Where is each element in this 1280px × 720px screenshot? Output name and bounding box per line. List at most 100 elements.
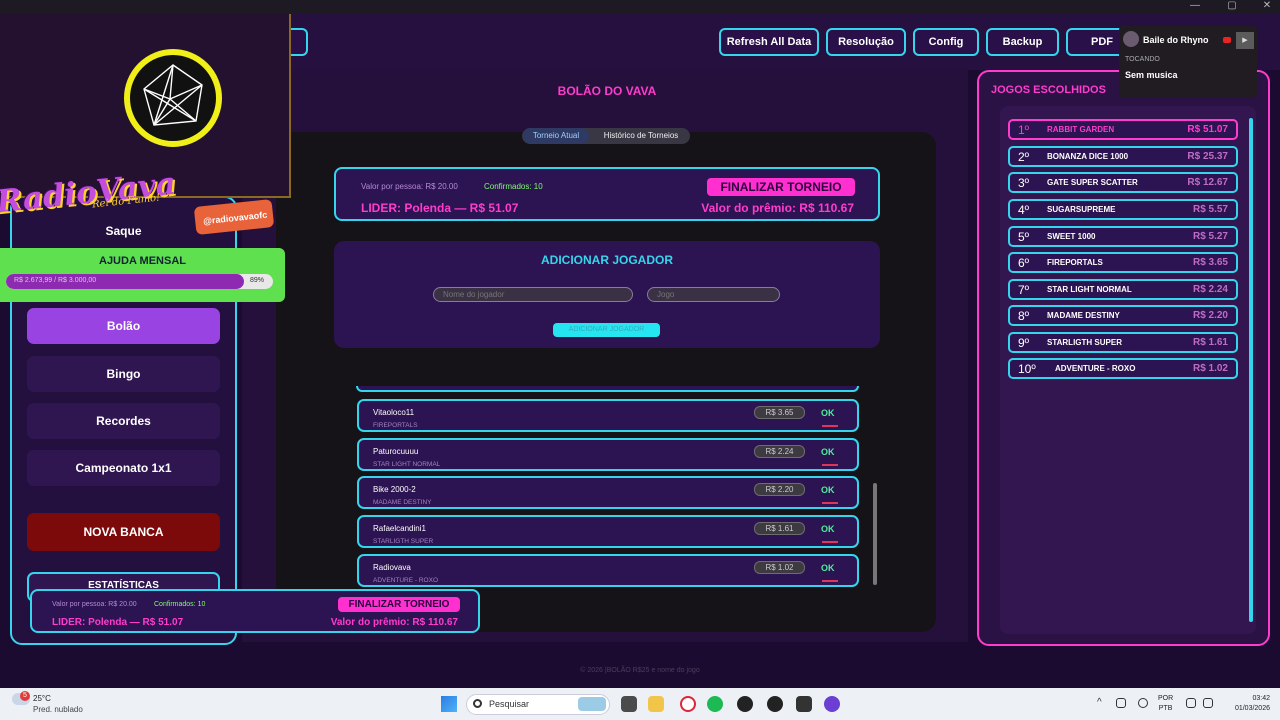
game-name: MADAME DESTINY <box>1047 311 1120 320</box>
sidebar-item-bingo[interactable]: Bingo <box>27 356 220 392</box>
file-explorer-icon[interactable] <box>648 696 664 712</box>
app2-icon[interactable] <box>796 696 812 712</box>
game-value: R$ 5.57 <box>1192 204 1228 215</box>
player-name: Radiovava <box>373 563 411 572</box>
remove-line[interactable] <box>822 541 838 543</box>
player-row[interactable]: Radiovava ADVENTURE - ROXO R$ 1.02 OK <box>357 554 859 587</box>
app-icon[interactable] <box>737 696 753 712</box>
game-row: 1º RABBIT GARDEN R$ 51.07 <box>1008 119 1238 140</box>
music-track: Sem musica <box>1125 70 1178 80</box>
player-value: R$ 1.61 <box>754 522 805 535</box>
player-list-scrollbar[interactable] <box>873 483 877 585</box>
game-value: R$ 2.24 <box>1192 284 1228 295</box>
player-row[interactable]: Rafaelcandini1 STARLIGTH SUPER R$ 1.61 O… <box>357 515 859 548</box>
weather-description[interactable]: Pred. nublado <box>33 705 83 714</box>
game-name: GATE SUPER SCATTER <box>1047 178 1138 187</box>
player-name: Paturocuuuu <box>373 447 419 456</box>
chosen-games-title: JOGOS ESCOLHIDOS <box>991 84 1106 96</box>
game-name: SWEET 1000 <box>1047 232 1096 241</box>
sidebar-item-bolao[interactable]: Bolão <box>27 308 220 344</box>
nova-banca-button[interactable]: NOVA BANCA <box>27 513 220 551</box>
finalize-tournament-button[interactable]: FINALIZAR TORNEIO <box>707 178 855 196</box>
tab-historico[interactable]: Histórico de Torneios <box>592 128 690 144</box>
chosen-games-scrollbar[interactable] <box>1249 118 1253 622</box>
sidebar-item-recordes[interactable]: Recordes <box>27 403 220 439</box>
keyboard-layout: PTB <box>1158 705 1173 712</box>
game-row: 5º SWEET 1000 R$ 5.27 <box>1008 226 1238 247</box>
windows-start-icon[interactable] <box>441 696 457 712</box>
backup-button[interactable]: Backup <box>986 28 1059 56</box>
channel-logo <box>124 49 222 147</box>
game-value: R$ 51.07 <box>1187 124 1228 135</box>
game-rank: 1º <box>1018 123 1030 137</box>
game-name: STAR LIGHT NORMAL <box>1047 285 1132 294</box>
play-icon[interactable]: ▶ <box>1236 32 1254 49</box>
game-value: R$ 12.67 <box>1187 177 1228 188</box>
clock[interactable]: 03:42 01/03/2026 <box>1226 694 1270 714</box>
monthly-help-amount: R$ 2.673,99 / R$ 3.000,00 <box>14 277 97 284</box>
minimize-icon[interactable]: — <box>1183 0 1207 14</box>
game-input[interactable] <box>647 287 780 302</box>
remove-line[interactable] <box>822 425 838 427</box>
game-name: BONANZA DICE 1000 <box>1047 152 1129 161</box>
sidebar-item-campeonato[interactable]: Campeonato 1x1 <box>27 450 220 486</box>
taskbar <box>0 688 1280 720</box>
tournament-summary-card: Valor por pessoa: R$ 20.00 Confirmados: … <box>334 167 880 221</box>
language-indicator[interactable]: POR PTB <box>1158 694 1173 714</box>
player-value: R$ 2.20 <box>754 483 805 496</box>
player-row[interactable]: Paturocuuuu STAR LIGHT NORMAL R$ 2.24 OK <box>357 438 859 471</box>
player-name-input[interactable] <box>433 287 633 302</box>
weather-temperature[interactable]: 25°C <box>33 694 51 703</box>
obs-icon[interactable] <box>767 696 783 712</box>
refresh-all-data-button[interactable]: Refresh All Data <box>719 28 819 56</box>
leader-text: LIDER: Polenda — R$ 51.07 <box>361 201 519 215</box>
language-code: POR <box>1158 695 1174 702</box>
game-rank: 8º <box>1018 309 1030 323</box>
tab-torneio-atual[interactable]: Torneio Atual <box>523 128 589 144</box>
player-name: Bike 2000-2 <box>373 485 416 494</box>
spotify-icon[interactable] <box>707 696 723 712</box>
remove-line[interactable] <box>822 502 838 504</box>
remove-line[interactable] <box>822 580 838 582</box>
clock-date: 01/03/2026 <box>1234 705 1270 712</box>
chevron-up-icon[interactable]: ^ <box>1097 697 1102 708</box>
task-view-icon[interactable] <box>621 696 637 712</box>
prize-value: Valor do prêmio: R$ 110.67 <box>701 201 854 215</box>
search-icon <box>473 699 482 708</box>
per-person-value: Valor por pessoa: R$ 20.00 <box>52 601 137 608</box>
microphone-icon[interactable] <box>1138 698 1148 708</box>
resolucao-button[interactable]: Resolução <box>826 28 906 56</box>
volume-icon[interactable] <box>1203 698 1213 708</box>
game-row: 10º ADVENTURE - ROXO R$ 1.02 <box>1008 358 1238 379</box>
ok-status[interactable]: OK <box>821 447 835 457</box>
game-row: 9º STARLIGTH SUPER R$ 1.61 <box>1008 332 1238 353</box>
player-row[interactable]: Vitaoloco11 FIREPORTALS R$ 3.65 OK <box>357 399 859 432</box>
sync-icon[interactable] <box>1116 698 1126 708</box>
add-player-button[interactable]: ADICIONAR JOGADOR <box>553 323 660 337</box>
ok-status[interactable]: OK <box>821 408 835 418</box>
remove-line[interactable] <box>822 464 838 466</box>
ok-status[interactable]: OK <box>821 563 835 573</box>
game-rank: 2º <box>1018 150 1030 164</box>
app3-icon[interactable] <box>824 696 840 712</box>
prize-value: Valor do prêmio: R$ 110.67 <box>330 617 458 628</box>
player-row[interactable]: Bike 2000-2 MADAME DESTINY R$ 2.20 OK <box>357 476 859 509</box>
game-value: R$ 5.27 <box>1192 231 1228 242</box>
config-button[interactable]: Config <box>913 28 979 56</box>
game-rank: 7º <box>1018 283 1030 297</box>
music-song-title: Baile do Rhyno <box>1143 35 1209 45</box>
ok-status[interactable]: OK <box>821 485 835 495</box>
network-icon[interactable] <box>1186 698 1196 708</box>
player-game: MADAME DESTINY <box>373 499 432 506</box>
game-row: 2º BONANZA DICE 1000 R$ 25.37 <box>1008 146 1238 167</box>
search-placeholder: Pesquisar <box>489 699 530 709</box>
maximize-icon[interactable]: ▢ <box>1220 0 1244 14</box>
player-name: Rafaelcandini1 <box>373 524 426 533</box>
game-rank: 3º <box>1018 176 1030 190</box>
close-icon[interactable]: ✕ <box>1255 0 1279 14</box>
per-person-value: Valor por pessoa: R$ 20.00 <box>361 182 458 191</box>
finalize-tournament-button[interactable]: FINALIZAR TORNEIO <box>338 597 460 612</box>
leader-text: LIDER: Polenda — R$ 51.07 <box>52 617 184 628</box>
ok-status[interactable]: OK <box>821 524 835 534</box>
opera-icon[interactable] <box>680 696 696 712</box>
